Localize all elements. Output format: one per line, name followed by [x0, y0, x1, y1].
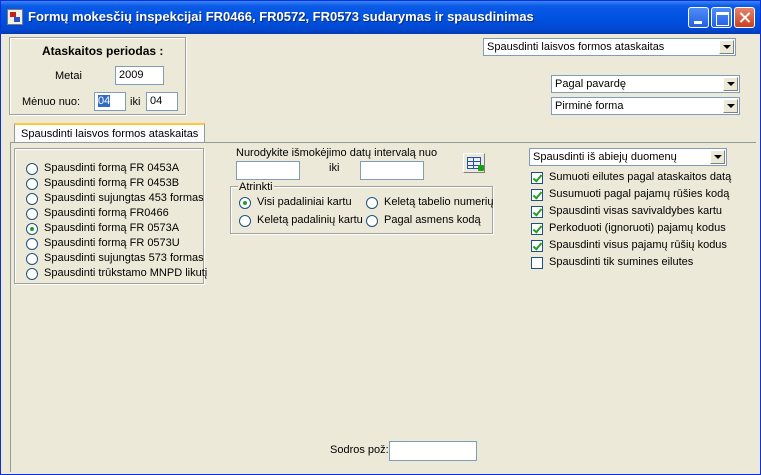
ledger-account-input[interactable] — [389, 441, 477, 461]
main-window: Formų mokesčių inspekcijai FR0466, FR057… — [0, 0, 761, 475]
radio-button[interactable] — [26, 193, 38, 205]
content-panel: Ataskaitos periodas : Metai 2009 Mėnuo n… — [5, 36, 756, 472]
calendar-icon — [467, 157, 484, 171]
year-input[interactable]: 2009 — [115, 66, 164, 85]
tab-free-form-reports[interactable]: Spausdinti laisvos formos ataskaitas — [14, 123, 206, 143]
radio-button[interactable] — [366, 197, 378, 209]
year-label: Metai — [55, 70, 82, 82]
form-select[interactable]: Pirminė forma — [551, 97, 740, 115]
radio-button[interactable] — [26, 178, 38, 190]
maximize-icon — [712, 8, 731, 27]
maximize-button[interactable] — [711, 7, 732, 28]
period-heading: Ataskaitos periodas : — [42, 44, 164, 58]
date-interval-label: Nurodykite išmokėjimo datų intervalą nuo — [236, 147, 438, 159]
radio-button[interactable] — [26, 208, 38, 220]
sort-select[interactable]: Pagal pavardę — [551, 75, 740, 93]
date-from-input[interactable] — [236, 161, 300, 180]
window-title: Formų mokesčių inspekcijai FR0466, FR057… — [28, 9, 534, 24]
period-group: Ataskaitos periodas : Metai 2009 Mėnuo n… — [9, 37, 186, 115]
chevron-down-icon[interactable] — [723, 99, 738, 113]
checkbox[interactable] — [531, 206, 543, 218]
calendar-button[interactable] — [463, 153, 485, 173]
select-group: Atrinkti Visi padaliniai kartu Keletą ta… — [230, 181, 493, 234]
radio-button[interactable] — [26, 238, 38, 250]
close-icon — [735, 8, 754, 27]
radio-button[interactable] — [26, 268, 38, 280]
minimize-icon — [689, 8, 708, 27]
radio-button[interactable] — [26, 163, 38, 175]
report-type-select[interactable]: Spausdinti laisvos formos ataskaitas — [483, 38, 736, 56]
radio-button[interactable] — [26, 253, 38, 265]
title-bar[interactable]: Formų mokesčių inspekcijai FR0466, FR057… — [1, 1, 760, 34]
forms-group: Spausdinti formą FR 0453A Spausdinti for… — [14, 148, 207, 284]
minimize-button[interactable] — [688, 7, 709, 28]
checkbox[interactable] — [531, 172, 543, 184]
data-source-select[interactable]: Spausdinti iš abiejų duomenų — [529, 148, 727, 166]
chevron-down-icon[interactable] — [723, 77, 738, 91]
radio-button[interactable] — [239, 197, 251, 209]
close-button[interactable] — [734, 7, 755, 28]
ledger-account-label: Sodros pož: — [330, 444, 389, 456]
radio-button[interactable] — [366, 215, 378, 227]
checkbox[interactable] — [531, 223, 543, 235]
radio-button[interactable] — [239, 215, 251, 227]
checkbox[interactable] — [531, 189, 543, 201]
checkbox[interactable] — [531, 257, 543, 269]
month-from-label: Mėnuo nuo: — [22, 96, 81, 108]
radio-button[interactable] — [26, 223, 38, 235]
date-to-label: iki — [329, 162, 340, 174]
month-from-input[interactable]: 04 — [94, 92, 126, 111]
chevron-down-icon[interactable] — [710, 150, 725, 164]
app-icon — [7, 9, 23, 25]
chevron-down-icon[interactable] — [719, 40, 734, 54]
select-group-title: Atrinkti — [238, 181, 274, 193]
checkbox[interactable] — [531, 240, 543, 252]
month-to-label: iki — [130, 96, 141, 108]
month-to-input[interactable]: 04 — [146, 92, 178, 111]
date-to-input[interactable] — [360, 161, 424, 180]
